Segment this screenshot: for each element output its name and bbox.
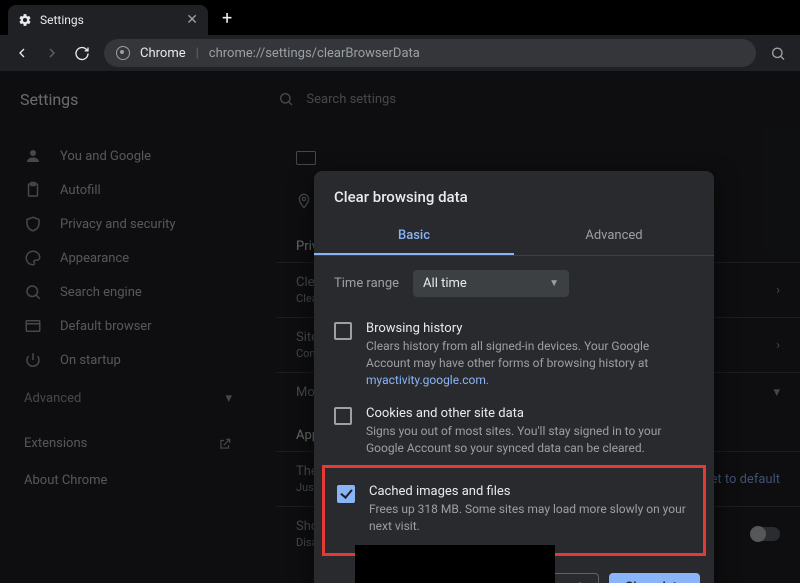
browser-tab-settings[interactable]: Settings ✕	[8, 5, 208, 35]
time-range-value: All time	[423, 276, 467, 291]
myactivity-link[interactable]: myactivity.google.com	[366, 373, 486, 387]
power-icon	[24, 351, 42, 369]
option-cookies[interactable]: Cookies and other site data Signs you ou…	[314, 396, 714, 465]
clear-browsing-data-dialog: Clear browsing data Basic Advanced Time …	[314, 171, 714, 583]
sidebar-advanced[interactable]: Advanced▾	[0, 377, 256, 414]
dialog-tabs: Basic Advanced	[314, 218, 714, 256]
tab-basic[interactable]: Basic	[314, 218, 514, 255]
search-icon	[278, 91, 294, 107]
option-cached-files[interactable]: Cached images and files Frees up 318 MB.…	[325, 474, 703, 543]
sidebar-item-search-engine[interactable]: Search engine	[0, 275, 256, 309]
chrome-icon	[116, 46, 130, 60]
toggle-show-home[interactable]	[752, 527, 780, 541]
search-placeholder: Search settings	[306, 92, 396, 107]
shield-icon	[24, 215, 42, 233]
tab-title: Settings	[40, 13, 178, 27]
omni-label: Chrome	[140, 46, 186, 61]
close-icon[interactable]: ✕	[186, 12, 198, 28]
sidebar-about-chrome[interactable]: About Chrome	[24, 473, 232, 488]
sidebar-extensions[interactable]: Extensions	[24, 436, 232, 451]
sidebar-item-appearance[interactable]: Appearance	[0, 241, 256, 275]
highlight-annotation: Cached images and files Frees up 318 MB.…	[322, 465, 706, 556]
person-icon	[24, 147, 42, 165]
search-icon	[24, 283, 42, 301]
tab-advanced[interactable]: Advanced	[514, 218, 714, 255]
clipboard-icon	[24, 181, 42, 199]
back-button[interactable]	[14, 45, 30, 61]
dialog-title: Clear browsing data	[314, 171, 714, 218]
time-range-label: Time range	[334, 276, 399, 291]
checkbox-cookies[interactable]	[334, 407, 352, 425]
reload-button[interactable]	[74, 45, 90, 61]
page-title: Settings	[20, 90, 78, 109]
settings-topbar: Settings Search settings	[0, 71, 800, 127]
sidebar-item-privacy[interactable]: Privacy and security	[0, 207, 256, 241]
time-range-select[interactable]: All time ▼	[413, 270, 569, 297]
chevron-down-icon: ▾	[225, 391, 232, 406]
caret-down-icon: ▼	[549, 278, 559, 289]
search-icon[interactable]	[770, 45, 786, 61]
sidebar-item-autofill[interactable]: Autofill	[0, 173, 256, 207]
option-browsing-history[interactable]: Browsing history Clears history from all…	[314, 311, 714, 396]
new-tab-button[interactable]: +	[222, 8, 232, 35]
sidebar-item-you-and-google[interactable]: You and Google	[0, 139, 256, 173]
external-link-icon	[218, 437, 232, 451]
omnibox[interactable]: Chrome | chrome://settings/clearBrowserD…	[104, 39, 756, 67]
sidebar-item-default-browser[interactable]: Default browser	[0, 309, 256, 343]
card-icon	[296, 151, 316, 165]
settings-search[interactable]: Search settings	[278, 91, 396, 107]
checkbox-cached-files[interactable]	[337, 485, 355, 503]
forward-button[interactable]	[44, 45, 60, 61]
chevron-right-icon: ›	[776, 283, 780, 298]
palette-icon	[24, 249, 42, 267]
redaction-block	[355, 545, 555, 583]
chevron-right-icon: ›	[776, 338, 780, 353]
sidebar-item-on-startup[interactable]: On startup	[0, 343, 256, 377]
omni-url: chrome://settings/clearBrowserData	[209, 46, 420, 61]
window-icon	[24, 317, 42, 335]
gear-icon	[18, 13, 32, 27]
checkbox-browsing-history[interactable]	[334, 322, 352, 340]
browser-toolbar: Chrome | chrome://settings/clearBrowserD…	[0, 35, 800, 71]
tab-strip: Settings ✕ +	[0, 0, 800, 35]
clear-data-button[interactable]: Clear data	[609, 573, 700, 583]
settings-page: Settings Search settings You and Google …	[0, 71, 800, 583]
chevron-down-icon: ▾	[773, 385, 780, 400]
settings-sidebar: You and Google Autofill Privacy and secu…	[0, 127, 256, 522]
location-icon	[296, 193, 312, 209]
